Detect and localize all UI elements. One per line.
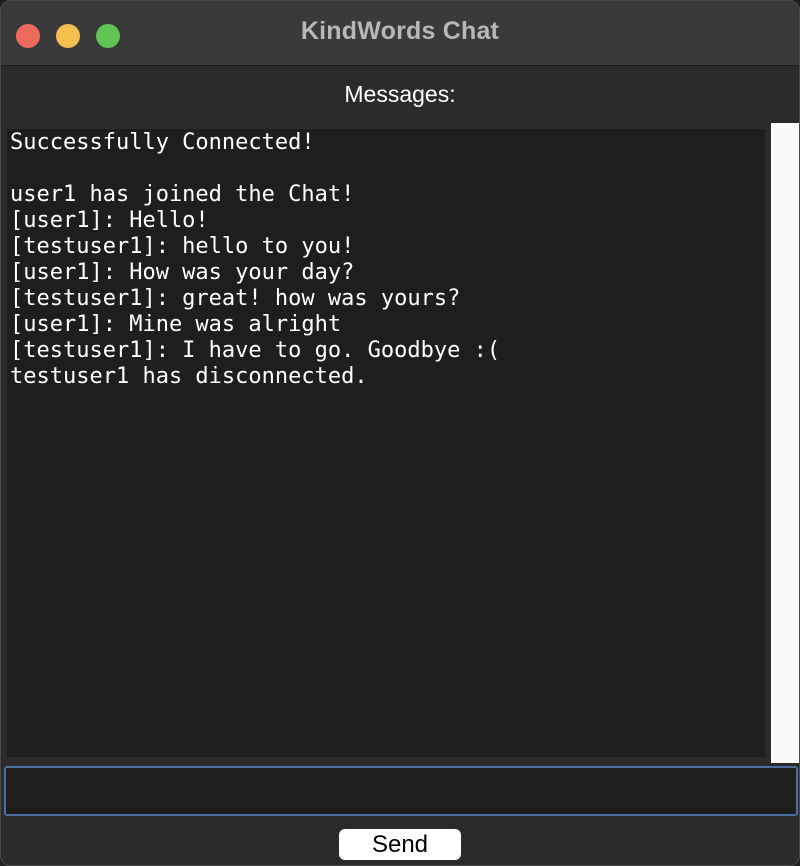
title-bar[interactable]: KindWords Chat bbox=[1, 1, 799, 66]
chat-log[interactable]: Successfully Connected! user1 has joined… bbox=[7, 129, 765, 757]
send-button[interactable]: Send bbox=[339, 829, 461, 860]
chat-line: [testuser1]: great! how was yours? bbox=[10, 286, 461, 311]
chat-line: [testuser1]: I have to go. Goodbye :( bbox=[10, 338, 501, 363]
chat-log-scrollbar[interactable] bbox=[771, 123, 799, 763]
chat-line: [testuser1]: hello to you! bbox=[10, 234, 355, 259]
chat-line: [user1]: Mine was alright bbox=[10, 312, 342, 337]
chat-line: user1 has joined the Chat! bbox=[10, 182, 355, 207]
chat-line: [user1]: Hello! bbox=[10, 208, 209, 233]
chat-line: [user1]: How was your day? bbox=[10, 260, 355, 285]
message-input[interactable] bbox=[4, 766, 798, 816]
window-title: KindWords Chat bbox=[300, 17, 500, 45]
chat-line bbox=[10, 156, 765, 182]
chat-line: testuser1 has disconnected. bbox=[10, 364, 368, 389]
chat-line: Successfully Connected! bbox=[10, 130, 315, 155]
messages-label: Messages: bbox=[344, 81, 456, 107]
chat-window: KindWords Chat Messages: Successfully Co… bbox=[0, 0, 800, 866]
